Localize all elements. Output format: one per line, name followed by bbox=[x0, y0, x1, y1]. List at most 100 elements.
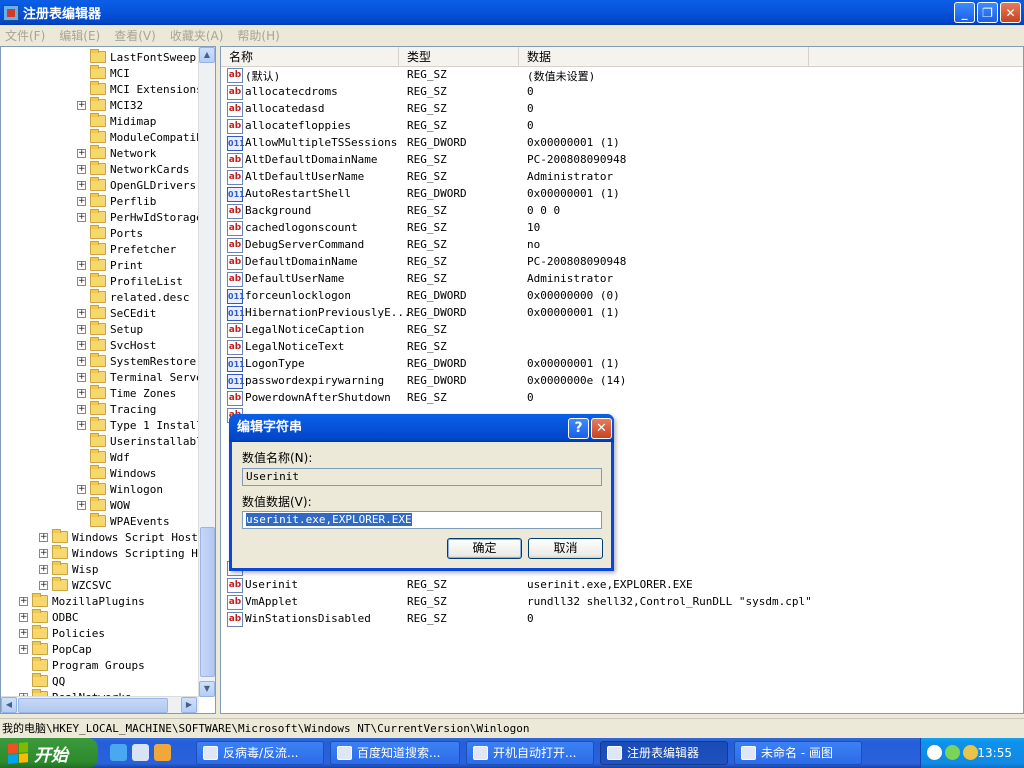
network-icon[interactable] bbox=[927, 745, 942, 760]
tree-horizontal-scrollbar[interactable]: ◀ ▶ bbox=[1, 696, 199, 713]
tree-node[interactable]: Program Groups bbox=[19, 657, 145, 673]
antivirus-icon[interactable] bbox=[945, 745, 960, 760]
expand-icon[interactable]: + bbox=[77, 372, 86, 382]
expand-icon[interactable]: + bbox=[77, 404, 86, 414]
value-row[interactable]: ab cachedlogonscount REG_SZ 10 bbox=[221, 220, 1023, 237]
expand-icon[interactable]: + bbox=[77, 180, 86, 190]
menu-favorites[interactable]: 收藏夹(A) bbox=[170, 27, 224, 44]
column-data[interactable]: 数据 bbox=[519, 47, 809, 67]
value-row[interactable]: ab allocatedasd REG_SZ 0 bbox=[221, 101, 1023, 118]
expand-icon[interactable]: + bbox=[77, 340, 86, 350]
expand-icon[interactable]: + bbox=[19, 596, 28, 606]
tree-node[interactable]: MCI bbox=[77, 65, 130, 81]
expand-icon[interactable]: + bbox=[77, 500, 86, 510]
tree-node[interactable]: + PopCap bbox=[19, 641, 92, 657]
scroll-up-button[interactable]: ▲ bbox=[199, 47, 215, 63]
column-name[interactable]: 名称 bbox=[221, 47, 399, 67]
value-row[interactable]: ab AltDefaultUserName REG_SZ Administrator bbox=[221, 169, 1023, 186]
tree-node[interactable]: MCI Extensions bbox=[77, 81, 203, 97]
tree-node[interactable]: Wdf bbox=[77, 449, 130, 465]
tree-node[interactable]: Windows bbox=[77, 465, 156, 481]
tree-node[interactable]: + MCI32 bbox=[77, 97, 143, 113]
taskbar-button[interactable]: 反病毒/反流... bbox=[196, 741, 324, 765]
tree-node[interactable]: + Time Zones bbox=[77, 385, 176, 401]
tree-node[interactable]: + Windows Scripting Hos bbox=[39, 545, 211, 561]
value-row[interactable]: ab WinStationsDisabled REG_SZ 0 bbox=[221, 611, 1023, 628]
tree-node[interactable]: + Perflib bbox=[77, 193, 156, 209]
desktop-icon[interactable] bbox=[132, 744, 149, 761]
tree-node[interactable]: + PerHwIdStorage bbox=[77, 209, 203, 225]
expand-icon[interactable]: + bbox=[39, 532, 48, 542]
scroll-down-button[interactable]: ▼ bbox=[199, 681, 215, 697]
tree-node[interactable]: LastFontSweep bbox=[77, 49, 196, 65]
value-row[interactable]: 011 forceunlocklogon REG_DWORD 0x00000000 (… bbox=[221, 288, 1023, 305]
close-button[interactable]: ✕ bbox=[1000, 2, 1021, 23]
volume-icon[interactable] bbox=[963, 745, 978, 760]
tree-node[interactable]: related.desc bbox=[77, 289, 189, 305]
menu-file[interactable]: 文件(F) bbox=[5, 27, 45, 44]
expand-icon[interactable]: + bbox=[77, 276, 86, 286]
value-row[interactable]: ab allocatefloppies REG_SZ 0 bbox=[221, 118, 1023, 135]
tree-node[interactable]: + NetworkCards bbox=[77, 161, 189, 177]
media-icon[interactable] bbox=[154, 744, 171, 761]
cancel-button[interactable]: 取消 bbox=[528, 538, 603, 559]
value-row[interactable]: ab Background REG_SZ 0 0 0 bbox=[221, 203, 1023, 220]
expand-icon[interactable]: + bbox=[77, 356, 86, 366]
expand-icon[interactable]: + bbox=[39, 548, 48, 558]
expand-icon[interactable]: + bbox=[39, 564, 48, 574]
dialog-help-button[interactable]: ? bbox=[568, 418, 589, 439]
value-row[interactable]: ab (默认) REG_SZ (数值未设置) bbox=[221, 67, 1023, 84]
tree-node[interactable]: ModuleCompatib bbox=[77, 129, 203, 145]
tree-node[interactable]: + MozillaPlugins bbox=[19, 593, 145, 609]
tree-node[interactable]: + Print bbox=[77, 257, 143, 273]
value-row[interactable]: ab VmApplet REG_SZ rundll32 shell32,Control… bbox=[221, 594, 1023, 611]
expand-icon[interactable]: + bbox=[77, 212, 86, 222]
value-row[interactable]: ab DebugServerCommand REG_SZ no bbox=[221, 237, 1023, 254]
tree-node[interactable]: + Wisp bbox=[39, 561, 99, 577]
tree-node[interactable]: + WZCSVC bbox=[39, 577, 112, 593]
tree-node[interactable]: Prefetcher bbox=[77, 241, 176, 257]
ok-button[interactable]: 确定 bbox=[447, 538, 522, 559]
tree-node[interactable]: + SeCEdit bbox=[77, 305, 156, 321]
expand-icon[interactable]: + bbox=[77, 148, 86, 158]
dialog-close-button[interactable]: ✕ bbox=[591, 418, 612, 439]
value-row[interactable]: ab DefaultUserName REG_SZ Administrator bbox=[221, 271, 1023, 288]
scroll-right-button[interactable]: ▶ bbox=[181, 697, 197, 713]
tree-node[interactable]: + Policies bbox=[19, 625, 105, 641]
value-row[interactable]: 011 LogonType REG_DWORD 0x00000001 (1) bbox=[221, 356, 1023, 373]
value-row[interactable]: 011 AutoRestartShell REG_DWORD 0x00000001 (… bbox=[221, 186, 1023, 203]
tree-node[interactable]: + OpenGLDrivers bbox=[77, 177, 196, 193]
taskbar-button[interactable]: 开机自动打开... bbox=[466, 741, 594, 765]
menu-edit[interactable]: 编辑(E) bbox=[59, 27, 100, 44]
scroll-thumb[interactable] bbox=[200, 527, 215, 677]
registry-tree[interactable]: LastFontSweep MCI MCI Extensions + MCI32 Midi… bbox=[0, 46, 216, 714]
menu-help[interactable]: 帮助(H) bbox=[237, 27, 279, 44]
tree-node[interactable]: QQ bbox=[19, 673, 65, 689]
expand-icon[interactable]: + bbox=[77, 388, 86, 398]
tree-node[interactable]: + Tracing bbox=[77, 401, 156, 417]
value-row[interactable]: 011 passwordexpirywarning REG_DWORD 0x00000… bbox=[221, 373, 1023, 390]
expand-icon[interactable]: + bbox=[19, 628, 28, 638]
expand-icon[interactable]: + bbox=[77, 484, 86, 494]
tree-node[interactable]: + Winlogon bbox=[77, 481, 163, 497]
tree-node[interactable]: + Type 1 Install bbox=[77, 417, 203, 433]
tree-node[interactable]: + SystemRestore bbox=[77, 353, 196, 369]
tree-node[interactable]: + Network bbox=[77, 145, 156, 161]
tree-vertical-scrollbar[interactable]: ▲ ▼ bbox=[198, 47, 215, 697]
tree-node[interactable]: + Setup bbox=[77, 321, 143, 337]
tree-node[interactable]: + Windows Script Host bbox=[39, 529, 198, 545]
tree-node[interactable]: Midimap bbox=[77, 113, 156, 129]
value-row[interactable]: ab Userinit REG_SZ userinit.exe,EXPLORER.EX… bbox=[221, 577, 1023, 594]
ie-icon[interactable] bbox=[110, 744, 127, 761]
expand-icon[interactable]: + bbox=[77, 260, 86, 270]
value-row[interactable]: ab AltDefaultDomainName REG_SZ PC-200808090… bbox=[221, 152, 1023, 169]
start-button[interactable]: 开始 bbox=[0, 738, 98, 768]
hscroll-thumb[interactable] bbox=[18, 698, 168, 713]
expand-icon[interactable]: + bbox=[39, 580, 48, 590]
value-row[interactable]: ab DefaultDomainName REG_SZ PC-200808090948 bbox=[221, 254, 1023, 271]
expand-icon[interactable]: + bbox=[77, 420, 86, 430]
tree-node[interactable]: Ports bbox=[77, 225, 143, 241]
tree-node[interactable]: + Terminal Serve bbox=[77, 369, 203, 385]
expand-icon[interactable]: + bbox=[19, 644, 28, 654]
values-list[interactable]: 名称 类型 数据 ab (默认) REG_SZ (数值未设置) ab allocatecd… bbox=[220, 46, 1024, 714]
